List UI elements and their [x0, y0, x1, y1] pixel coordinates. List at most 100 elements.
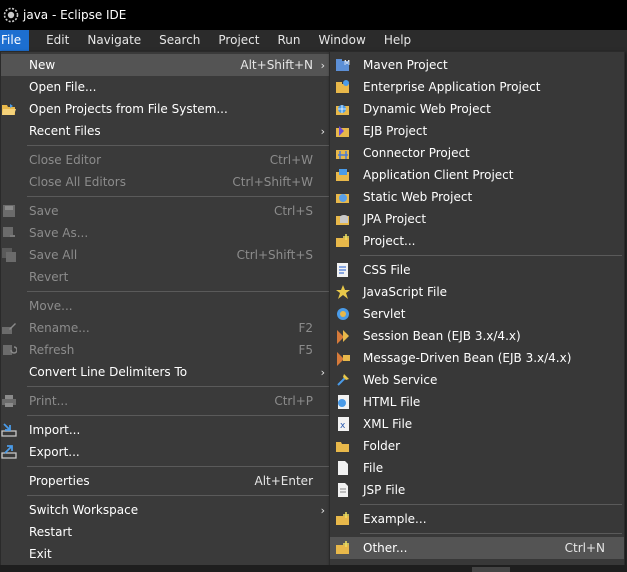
css-file-menu-item[interactable]: CSS File [330, 259, 624, 281]
html-file-menu-item[interactable]: HTML File [330, 391, 624, 413]
close-editor-shortcut: Ctrl+W [269, 153, 313, 167]
menu-project[interactable]: Project [209, 30, 268, 51]
application-client-project-menu-item[interactable]: Application Client Project [330, 164, 624, 186]
jpa-project-menu-item[interactable]: JPA Project [330, 208, 624, 230]
move-menu-item[interactable]: Move... [1, 295, 332, 317]
folder-label: Folder [363, 439, 401, 453]
folder-open-icon [1, 101, 17, 117]
other-menu-item[interactable]: Other... Ctrl+N [330, 537, 624, 559]
exit-menu-item[interactable]: Exit [1, 543, 332, 565]
xml-file-menu-item[interactable]: x XML File [330, 413, 624, 435]
example-icon [335, 511, 351, 527]
print-menu-item[interactable]: Print... Ctrl+P [1, 390, 332, 412]
refresh-menu-item[interactable]: Refresh F5 [1, 339, 332, 361]
menu-search[interactable]: Search [150, 30, 209, 51]
new-menu-item[interactable]: New Alt+Shift+N › [1, 54, 332, 76]
import-label: Import... [29, 423, 81, 437]
chevron-right-icon: › [320, 503, 325, 517]
properties-shortcut: Alt+Enter [254, 474, 313, 488]
application-client-project-label: Application Client Project [363, 168, 514, 182]
export-icon [1, 444, 17, 460]
javascript-file-menu-item[interactable]: JavaScript File [330, 281, 624, 303]
ejb-project-menu-item[interactable]: EJB Project [330, 120, 624, 142]
convert-line-delimiters-label: Convert Line Delimiters To [29, 365, 188, 379]
save-all-icon [1, 247, 17, 263]
maven-project-label: Maven Project [363, 58, 448, 72]
export-label: Export... [29, 445, 80, 459]
folder-icon [335, 438, 351, 454]
session-bean-menu-item[interactable]: Session Bean (EJB 3.x/4.x) [330, 325, 624, 347]
xml-file-label: XML File [363, 417, 413, 431]
new-label: New [29, 58, 56, 72]
web-service-menu-item[interactable]: Web Service [330, 369, 624, 391]
close-all-editors-label: Close All Editors [29, 175, 126, 189]
new-submenu: M Maven Project Enterprise Application P… [329, 51, 625, 567]
save-as-icon [1, 225, 17, 241]
open-projects-menu-item[interactable]: Open Projects from File System... [1, 98, 332, 120]
servlet-label: Servlet [363, 307, 406, 321]
static-web-project-menu-item[interactable]: Static Web Project [330, 186, 624, 208]
export-menu-item[interactable]: Export... [1, 441, 332, 463]
maven-project-icon: M [335, 57, 351, 73]
recent-files-menu-item[interactable]: Recent Files › [1, 120, 332, 142]
new-project-icon [335, 233, 351, 249]
menu-help[interactable]: Help [375, 30, 420, 51]
dynamic-web-project-label: Dynamic Web Project [363, 102, 491, 116]
close-all-editors-menu-item[interactable]: Close All Editors Ctrl+Shift+W [1, 171, 332, 193]
project-menu-item[interactable]: Project... [330, 230, 624, 252]
import-icon [1, 422, 17, 438]
other-label: Other... [363, 541, 408, 555]
print-shortcut: Ctrl+P [274, 394, 313, 408]
save-as-label: Save As... [29, 226, 89, 240]
connector-project-icon [335, 145, 351, 161]
revert-label: Revert [29, 270, 69, 284]
enterprise-application-project-icon [335, 79, 351, 95]
save-all-menu-item[interactable]: Save All Ctrl+Shift+S [1, 244, 332, 266]
example-menu-item[interactable]: Example... [330, 508, 624, 530]
print-label: Print... [29, 394, 69, 408]
close-editor-menu-item[interactable]: Close Editor Ctrl+W [1, 149, 332, 171]
servlet-menu-item[interactable]: Servlet [330, 303, 624, 325]
save-all-label: Save All [29, 248, 78, 262]
message-driven-bean-menu-item[interactable]: Message-Driven Bean (EJB 3.x/4.x) [330, 347, 624, 369]
rename-shortcut: F2 [298, 321, 313, 335]
folder-menu-item[interactable]: Folder [330, 435, 624, 457]
save-as-menu-item[interactable]: Save As... [1, 222, 332, 244]
menu-file[interactable]: File [0, 30, 30, 51]
menu-window[interactable]: Window [309, 30, 374, 51]
web-service-icon [335, 372, 351, 388]
jsp-file-menu-item[interactable]: JSP File [330, 479, 624, 501]
menu-run[interactable]: Run [268, 30, 309, 51]
switch-workspace-menu-item[interactable]: Switch Workspace › [1, 499, 332, 521]
refresh-shortcut: F5 [298, 343, 313, 357]
dynamic-web-project-menu-item[interactable]: Dynamic Web Project [330, 98, 624, 120]
message-driven-bean-label: Message-Driven Bean (EJB 3.x/4.x) [363, 351, 572, 365]
open-file-menu-item[interactable]: Open File... [1, 76, 332, 98]
rename-icon [1, 320, 17, 336]
separator [27, 196, 330, 197]
web-service-label: Web Service [363, 373, 438, 387]
revert-menu-item[interactable]: Revert [1, 266, 332, 288]
static-web-project-label: Static Web Project [363, 190, 473, 204]
connector-project-menu-item[interactable]: Connector Project [330, 142, 624, 164]
file-menu-item[interactable]: File [330, 457, 624, 479]
properties-menu-item[interactable]: Properties Alt+Enter [1, 470, 332, 492]
file-label: File [363, 461, 384, 475]
printer-icon [1, 393, 17, 409]
separator [27, 386, 330, 387]
restart-menu-item[interactable]: Restart [1, 521, 332, 543]
save-menu-item[interactable]: Save Ctrl+S [1, 200, 332, 222]
example-label: Example... [363, 512, 427, 526]
enterprise-application-project-menu-item[interactable]: Enterprise Application Project [330, 76, 624, 98]
import-menu-item[interactable]: Import... [1, 419, 332, 441]
scrollbar-thumb[interactable] [472, 567, 510, 572]
chevron-right-icon: › [320, 58, 325, 72]
css-file-label: CSS File [363, 263, 411, 277]
maven-project-menu-item[interactable]: M Maven Project [330, 54, 624, 76]
menu-edit[interactable]: Edit [37, 30, 78, 51]
menu-navigate[interactable]: Navigate [78, 30, 150, 51]
ejb-project-label: EJB Project [363, 124, 428, 138]
wizard-icon [335, 540, 351, 556]
convert-line-delimiters-menu-item[interactable]: Convert Line Delimiters To › [1, 361, 332, 383]
rename-menu-item[interactable]: Rename... F2 [1, 317, 332, 339]
